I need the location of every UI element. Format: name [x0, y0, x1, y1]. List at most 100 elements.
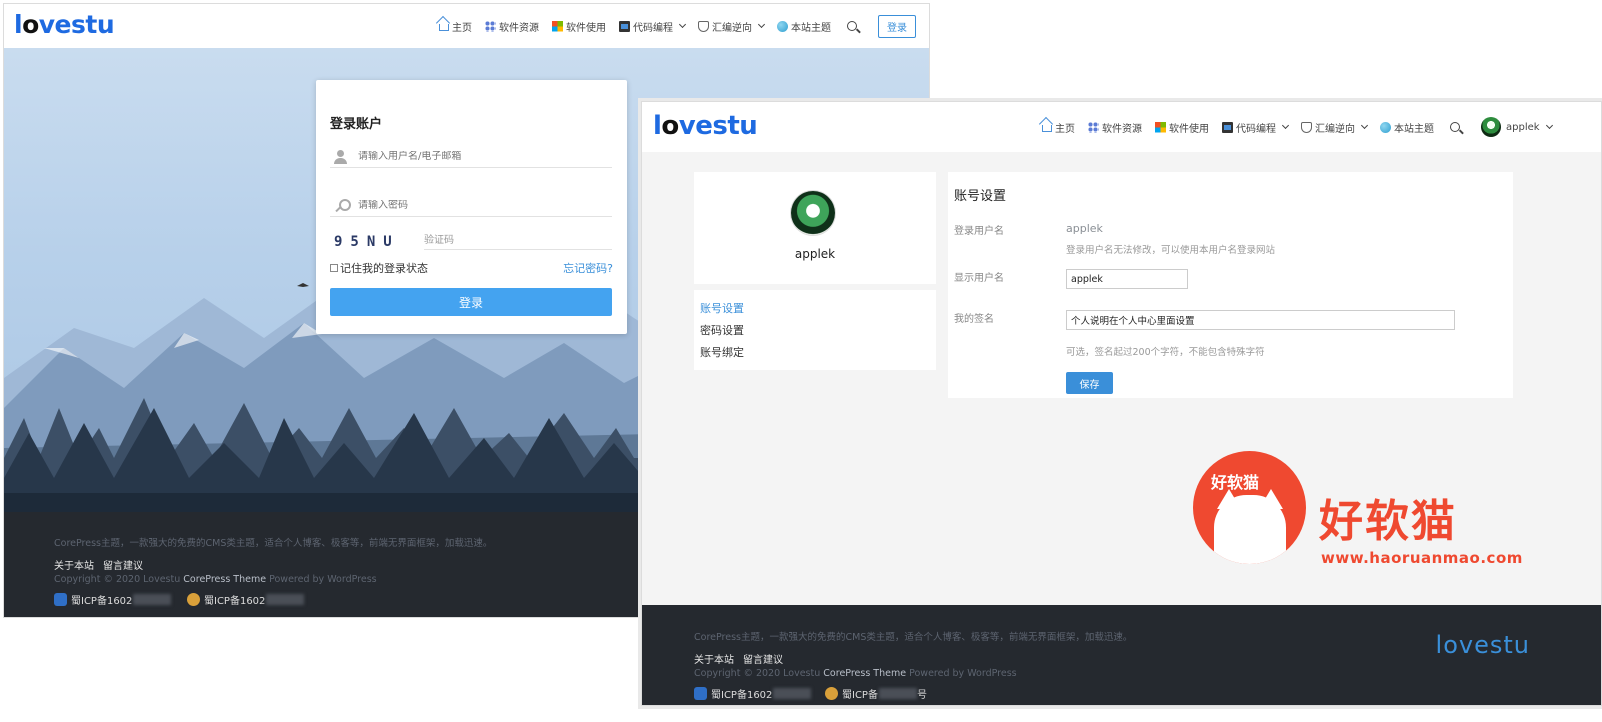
theme-link[interactable]: CorePress Theme [183, 574, 266, 585]
cat-logo-icon: 好软猫 [1193, 451, 1306, 564]
nav-item-theme[interactable]: 本站主题 [777, 19, 831, 34]
globe-icon [1380, 121, 1391, 133]
signature-input[interactable] [1066, 310, 1455, 330]
home-icon [439, 24, 449, 31]
remember-me-checkbox[interactable]: 记住我的登录状态 [330, 260, 428, 276]
code-window-icon [619, 20, 630, 32]
captcha-image[interactable]: 95NU [334, 234, 400, 250]
search-button[interactable] [1450, 122, 1463, 132]
nav-item-software-resources[interactable]: 软件资源 [485, 19, 539, 34]
username-field[interactable] [330, 146, 612, 168]
nav-item-home[interactable]: 主页 [439, 19, 472, 34]
menu-item-account-binding[interactable]: 账号绑定 [700, 344, 744, 360]
login-card: 登录账户 95NU 验证码 记住我的登录状态 忘记密码? 登录 [316, 80, 627, 334]
redacted-block [878, 688, 917, 699]
site-logo[interactable]: lovestu [14, 12, 115, 37]
footer-links: 关于本站 留言建议 [694, 651, 792, 666]
password-input[interactable] [358, 200, 578, 211]
account-settings-panel: 账号设置 登录用户名 applek 登录用户名无法修改，可以使用本用户名登录网站… [948, 172, 1513, 398]
nav-item-software-usage[interactable]: 软件使用 [1155, 120, 1209, 135]
shield-icon [1301, 121, 1312, 133]
footer-tagline: CorePress主题，一款强大的免费的CMS类主题，适合个人博客、极客等，前端… [54, 538, 493, 549]
icp-record-1[interactable]: 蜀ICP备1602 [54, 592, 172, 607]
chevron-down-icon [757, 20, 766, 29]
about-link[interactable]: 关于本站 [54, 561, 94, 572]
windows-icon [552, 20, 563, 32]
signature-label: 我的签名 [954, 314, 994, 325]
windows-icon [1155, 121, 1166, 133]
watermark-title: 好软猫 [1319, 496, 1457, 547]
icp-record-1[interactable]: 蜀ICP备1602 [694, 686, 812, 701]
username-input[interactable] [358, 151, 578, 162]
search-icon [1450, 122, 1460, 132]
display-name-label: 显示用户名 [954, 273, 1004, 284]
checkbox[interactable] [330, 264, 338, 272]
captcha-input[interactable]: 验证码 [424, 228, 612, 250]
feedback-link[interactable]: 留言建议 [103, 561, 143, 572]
login-name-label: 登录用户名 [954, 226, 1004, 237]
nav-item-reverse[interactable]: 汇编逆向 [1301, 120, 1369, 135]
key-icon [334, 198, 351, 213]
user-menu[interactable]: applek [1481, 117, 1553, 137]
chevron-down-icon [1281, 121, 1290, 130]
footer-logo[interactable]: lovestu [1436, 631, 1530, 659]
nav-item-coding[interactable]: 代码编程 [1222, 120, 1290, 135]
icp-record-2[interactable]: 蜀ICP备1602 [187, 592, 305, 607]
redacted-block [773, 688, 812, 699]
grid-icon [1088, 121, 1099, 133]
account-settings-window: lovestu 主页 软件资源 软件使用 代码编程 汇编逆向 本站主题 appl… [641, 101, 1602, 706]
search-icon [847, 21, 857, 31]
shield-icon [698, 20, 709, 32]
grid-icon [485, 20, 496, 32]
redacted-block [266, 594, 305, 605]
nav-item-coding[interactable]: 代码编程 [619, 19, 687, 34]
nav-item-reverse[interactable]: 汇编逆向 [698, 19, 766, 34]
forgot-password-link[interactable]: 忘记密码? [563, 260, 613, 276]
watermark-url: www.haoruanmao.com [1321, 549, 1523, 567]
nav-item-home[interactable]: 主页 [1042, 120, 1075, 135]
user-icon [334, 149, 348, 164]
login-submit-button[interactable]: 登录 [330, 288, 612, 316]
footer-links: 关于本站 留言建议 [54, 557, 152, 572]
menu-item-account-settings[interactable]: 账号设置 [700, 300, 744, 316]
login-button[interactable]: 登录 [878, 14, 916, 38]
section-title: 账号设置 [954, 189, 1007, 204]
icp-record-2[interactable]: 蜀ICP备号 [825, 686, 927, 701]
login-name-value: applek [1066, 222, 1103, 235]
nav-item-software-resources[interactable]: 软件资源 [1088, 120, 1142, 135]
chevron-down-icon [1360, 121, 1369, 130]
globe-icon [777, 20, 788, 32]
display-name-input[interactable] [1066, 269, 1188, 289]
footer-tagline: CorePress主题，一款强大的免费的CMS类主题，适合个人博客、极客等，前端… [694, 632, 1133, 643]
avatar[interactable] [791, 191, 835, 235]
profile-card: applek [694, 172, 936, 284]
save-button[interactable]: 保存 [1066, 372, 1113, 394]
theme-link[interactable]: CorePress Theme [823, 668, 906, 679]
chevron-down-icon [1545, 121, 1553, 130]
nav-item-software-usage[interactable]: 软件使用 [552, 19, 606, 34]
top-navbar: lovestu 主页 软件资源 软件使用 代码编程 汇编逆向 本站主题 appl… [642, 102, 1601, 152]
footer-copyright: Copyright © 2020 Lovestu CorePress Theme… [694, 668, 1017, 679]
profile-username: applek [794, 247, 836, 261]
about-link[interactable]: 关于本站 [694, 655, 734, 666]
signature-hint: 可选，签名起过200个字符，不能包含特殊字符 [1066, 347, 1265, 358]
feedback-link[interactable]: 留言建议 [743, 655, 783, 666]
nav-item-theme[interactable]: 本站主题 [1380, 120, 1434, 135]
footer-copyright: Copyright © 2020 Lovestu CorePress Theme… [54, 574, 377, 585]
code-window-icon [1222, 121, 1233, 133]
shield-badge-icon [54, 593, 67, 606]
menu-item-password-settings[interactable]: 密码设置 [700, 322, 744, 338]
password-field[interactable] [330, 195, 612, 217]
home-icon [1042, 125, 1052, 132]
watermark-badge-text: 好软猫 [1211, 473, 1260, 492]
nav-menu: 主页 软件资源 软件使用 代码编程 汇编逆向 本站主题 登录 [426, 4, 916, 48]
settings-side-menu: 账号设置 密码设置 账号绑定 [694, 290, 936, 370]
police-emblem-icon [825, 687, 838, 700]
search-button[interactable] [847, 21, 860, 31]
nav-menu: 主页 软件资源 软件使用 代码编程 汇编逆向 本站主题 applek [1029, 102, 1553, 152]
login-name-hint: 登录用户名无法修改，可以使用本用户名登录网站 [1066, 245, 1276, 256]
login-title: 登录账户 [330, 117, 383, 132]
footer: CorePress主题，一款强大的免费的CMS类主题，适合个人博客、极客等，前端… [642, 605, 1601, 705]
redacted-block [133, 594, 172, 605]
site-logo[interactable]: lovestu [653, 113, 758, 139]
